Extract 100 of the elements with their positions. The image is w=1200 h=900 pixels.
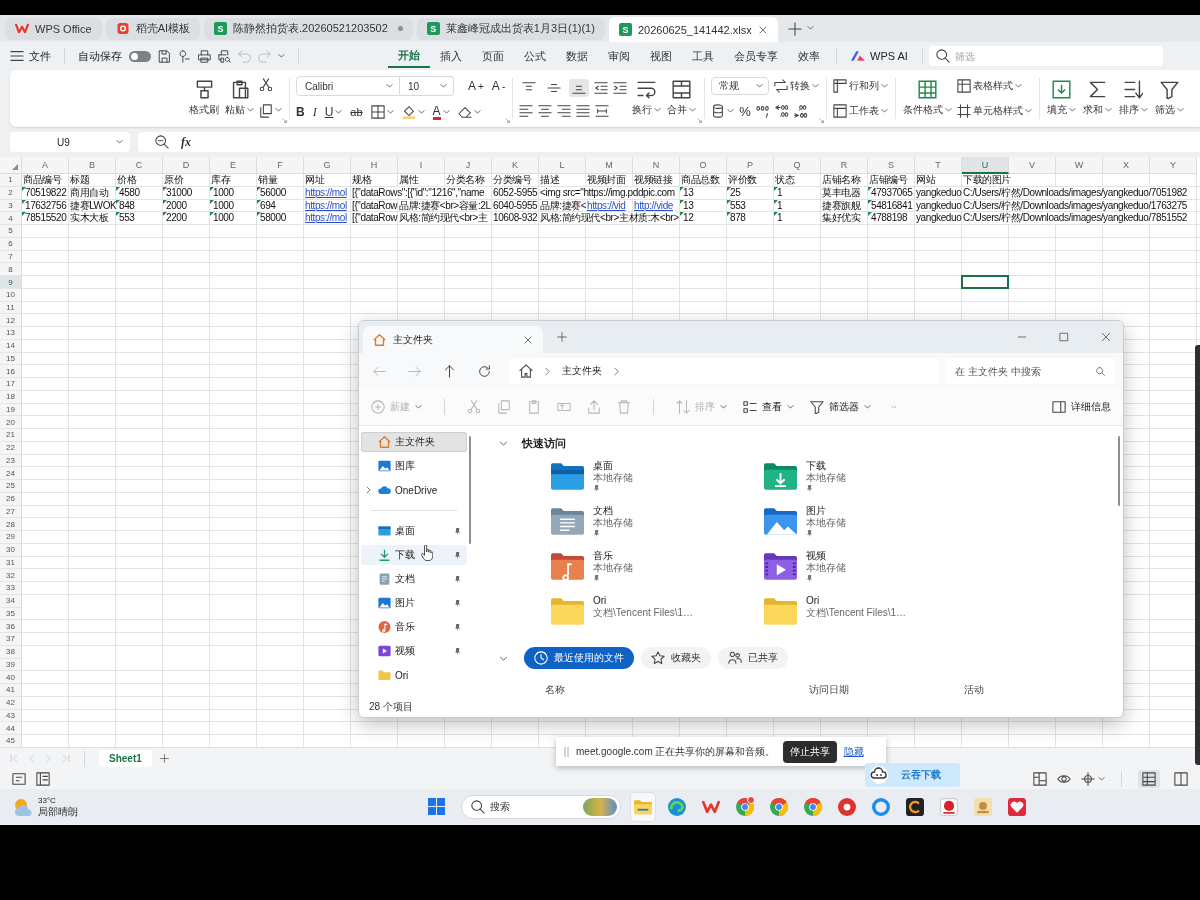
folder-tile[interactable]: 桌面 本地存储 (551, 460, 764, 500)
align-left-icon[interactable] (519, 104, 534, 118)
scissors-icon[interactable] (259, 77, 273, 92)
nav-item[interactable]: 桌面 (361, 521, 467, 541)
row-header[interactable]: 32 (0, 569, 22, 582)
folder-tile[interactable]: 文档 本地存储 (551, 505, 764, 545)
column-header[interactable]: Q (774, 157, 821, 174)
column-header[interactable]: C (116, 157, 163, 174)
filter-button[interactable]: 筛选 (1154, 80, 1186, 117)
column-header[interactable]: A (22, 157, 69, 174)
active-cell[interactable] (961, 275, 1009, 289)
folder-tab[interactable]: 主文件夹 (363, 326, 543, 353)
nav-item[interactable]: 图库 (361, 456, 467, 476)
plus-icon[interactable] (787, 21, 802, 36)
url-link[interactable]: https://mol (304, 186, 347, 199)
ribbon-tab[interactable]: 会员专享 (724, 44, 788, 68)
nav-item[interactable]: Ori (361, 665, 467, 685)
dialog-launcher-icon[interactable] (282, 118, 287, 123)
sum-button[interactable]: 求和 (1082, 80, 1114, 117)
folder-tile[interactable]: Ori 文档\Tencent Files\1… (764, 595, 977, 635)
up-arrow-icon[interactable] (443, 364, 456, 378)
column-header[interactable]: Y (1150, 157, 1197, 174)
row-header[interactable]: 44 (0, 722, 22, 735)
italic-button[interactable]: I (312, 103, 317, 121)
font-size-select[interactable]: 10 (400, 76, 454, 96)
row-header[interactable]: 17 (0, 378, 22, 391)
row-header[interactable]: 25 (0, 480, 22, 493)
insert-function-button[interactable]: fx (181, 134, 191, 150)
ribbon-tab[interactable]: 视图 (640, 44, 682, 68)
row-header[interactable]: 16 (0, 365, 22, 378)
list-panel-icon[interactable] (36, 772, 50, 786)
column-header[interactable]: D (163, 157, 210, 174)
column-header[interactable]: R (821, 157, 868, 174)
nav-item[interactable]: 音乐 (361, 617, 467, 637)
folder-tile[interactable]: 下载 本地存储 (764, 460, 977, 500)
document-tab[interactable]: S 莱鑫峰冠成出货表1月3日(1)(1) (416, 17, 605, 40)
column-header[interactable]: X (1103, 157, 1150, 174)
nav-item[interactable]: 下载 (361, 545, 467, 565)
url-link[interactable]: https://mol (304, 212, 347, 224)
row-header[interactable]: 36 (0, 620, 22, 633)
maximize-icon[interactable] (1059, 332, 1069, 342)
row-header[interactable]: 41 (0, 684, 22, 697)
increase-decimal-icon[interactable] (793, 104, 808, 118)
align-center-icon[interactable] (538, 104, 553, 118)
thousands-separator-icon[interactable] (755, 104, 770, 118)
print-icon[interactable] (198, 49, 211, 63)
column-header[interactable]: L (539, 157, 586, 174)
ai-button[interactable]: WPS AI (843, 50, 916, 62)
column-title[interactable]: 访问日期 (809, 683, 964, 697)
stop-sharing-button[interactable]: 停止共享 (782, 740, 837, 763)
filter-button[interactable]: 筛选器 (810, 400, 871, 414)
conditional-format-button[interactable]: 条件格式 (902, 80, 954, 117)
column-header[interactable]: P (727, 157, 774, 174)
crosshair-icon[interactable] (1081, 772, 1095, 786)
pin-icon[interactable] (178, 49, 191, 63)
select-all-button[interactable] (0, 157, 22, 174)
download-widget-button[interactable]: 云吞下载 (865, 763, 960, 787)
vertical-align-button[interactable] (569, 79, 590, 97)
hide-link[interactable]: 隐藏 (843, 744, 864, 759)
autosave-toggle[interactable] (129, 50, 151, 62)
column-header[interactable]: N (633, 157, 680, 174)
close-icon[interactable] (757, 24, 768, 35)
view-button[interactable]: 查看 (743, 400, 794, 414)
row-header[interactable]: 13 (0, 327, 22, 340)
cell-style-button[interactable]: 单元格样式 (957, 102, 1033, 120)
justify-icon[interactable] (576, 104, 591, 118)
filter-pill[interactable]: 已共享 (718, 647, 788, 669)
document-tab[interactable]: S 陈静然拍货表.20260521203502 (204, 17, 413, 40)
collapse-chevron-icon[interactable] (499, 440, 508, 446)
merge-cells-button[interactable]: 合并 (666, 80, 698, 117)
scrollbar[interactable] (469, 436, 471, 544)
sheet-tab[interactable]: Sheet1 (99, 750, 152, 767)
column-header[interactable]: T (915, 157, 962, 174)
align-right-icon[interactable] (557, 104, 572, 118)
name-box[interactable]: U9 (10, 132, 130, 152)
column-header[interactable]: W (1056, 157, 1103, 174)
folder-tile[interactable]: Ori 文档\Tencent Files\1… (551, 595, 764, 635)
accounting-format-button[interactable] (711, 102, 735, 120)
convert-button[interactable]: 转换 (774, 77, 820, 95)
column-header[interactable]: B (69, 157, 116, 174)
column-header[interactable]: H (351, 157, 398, 174)
column-header[interactable]: O (680, 157, 727, 174)
decrease-indent-icon[interactable] (594, 81, 609, 95)
url-link[interactable]: http://vide (633, 199, 673, 211)
nav-item[interactable]: 文档 (361, 569, 467, 589)
dialog-launcher-icon[interactable] (505, 118, 511, 123)
ribbon-tab[interactable]: 页面 (472, 44, 514, 68)
row-header[interactable]: 4 (0, 212, 22, 225)
table-style-button[interactable]: 表格样式 (957, 77, 1033, 95)
worksheet-button[interactable]: 工作表 (833, 102, 889, 120)
column-header[interactable]: V (1009, 157, 1056, 174)
formula-field[interactable]: fx (138, 132, 1200, 152)
print-preview-icon[interactable] (218, 49, 231, 63)
row-header[interactable]: 5 (0, 225, 22, 238)
document-tab[interactable]: WPS Office (5, 17, 102, 40)
close-icon[interactable] (523, 334, 533, 345)
folder-tile[interactable]: 图片 本地存储 (764, 505, 977, 545)
scrollbar[interactable] (1118, 436, 1120, 506)
nav-item[interactable]: 视频 (361, 641, 467, 661)
nav-item[interactable]: 图片 (361, 593, 467, 613)
